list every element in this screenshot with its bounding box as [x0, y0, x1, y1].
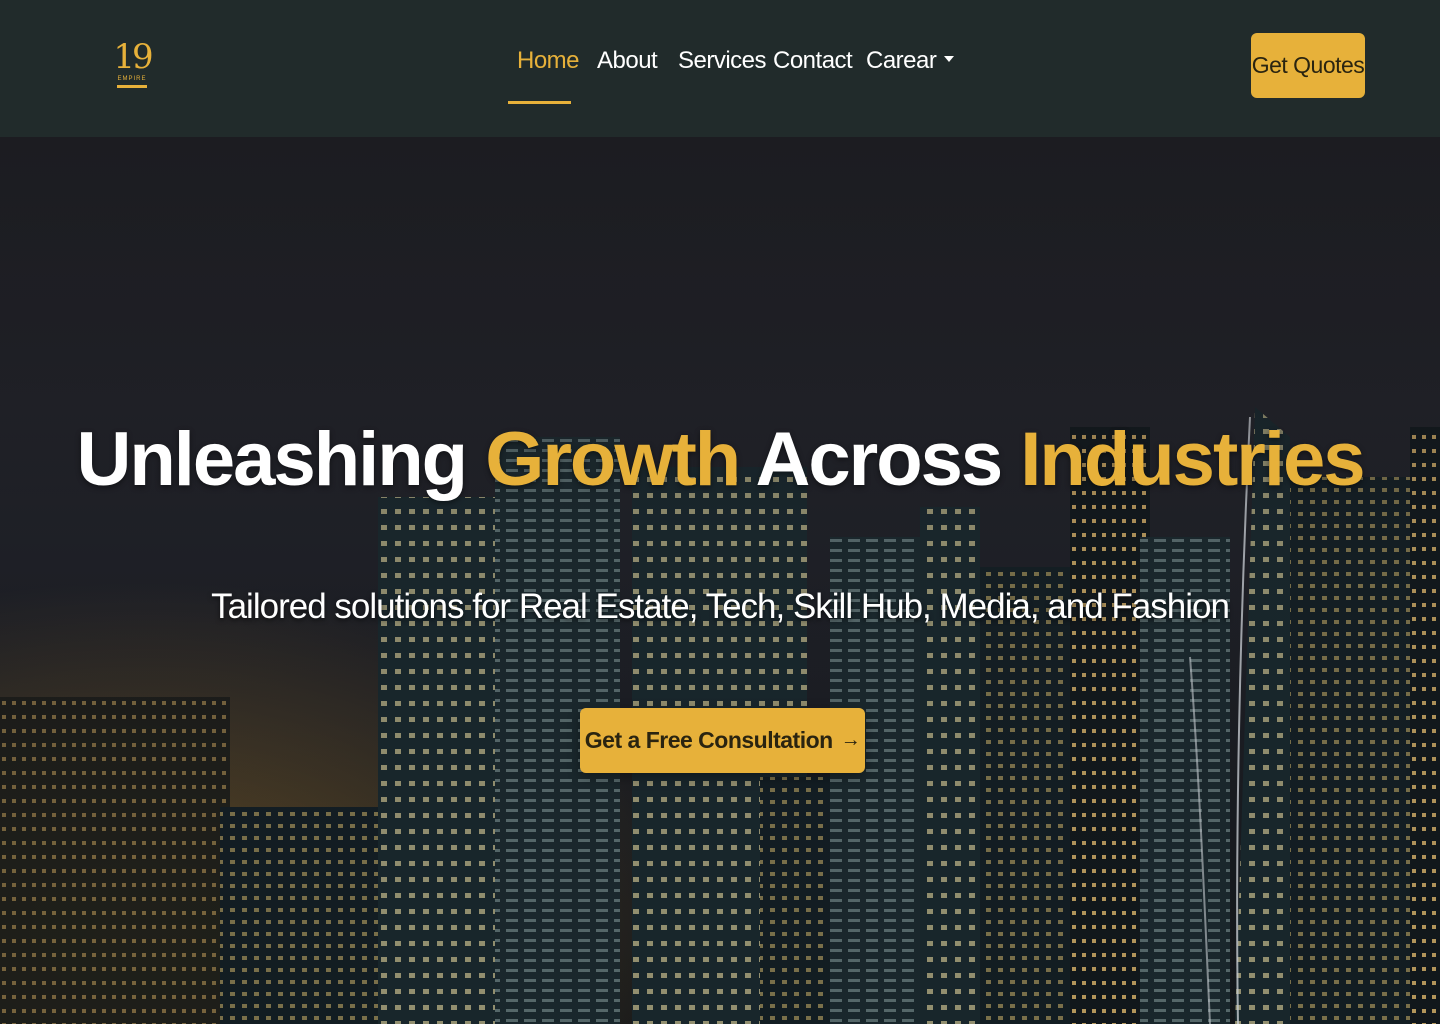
arrow-right-icon: → — [840, 729, 861, 751]
hero-title-highlight-growth: Growth — [485, 417, 741, 502]
hero-title-highlight-industries: Industries — [1020, 417, 1365, 502]
hero-title-part-1: Unleashing — [76, 417, 486, 502]
hero-section: Unleashing Growth Across Industries Tail… — [0, 137, 1440, 1024]
active-nav-indicator — [508, 101, 571, 104]
hero-subtitle: Tailored solutions for Real Estate, Tech… — [211, 587, 1230, 626]
caret-down-icon — [944, 55, 955, 62]
brand-logo[interactable]: 19 EMPIRE — [112, 37, 154, 96]
hero-dark-overlay — [0, 137, 1440, 1024]
nav-home[interactable]: Home — [517, 44, 580, 84]
logo-number: 19 — [113, 37, 153, 77]
nav-contact[interactable]: Contact — [773, 44, 853, 84]
logo-underline — [117, 85, 147, 88]
hero-title: Unleashing Growth Across Industries — [0, 415, 1440, 505]
nav-carear-label: Carear — [866, 47, 937, 74]
logo-word: EMPIRE — [117, 76, 147, 82]
get-quotes-button[interactable]: Get Quotes — [1251, 33, 1365, 98]
nav-carear-dropdown[interactable]: Carear — [866, 44, 955, 84]
nav-services[interactable]: Services — [678, 44, 767, 84]
free-consultation-button[interactable]: Get a Free Consultation → — [580, 708, 865, 773]
navbar: 19 EMPIRE Home About Services Contact Ca… — [0, 0, 1440, 137]
hero-title-part-3: Across — [739, 417, 1021, 502]
cta-label: Get a Free Consultation — [584, 727, 833, 753]
nav-about[interactable]: About — [597, 44, 658, 84]
